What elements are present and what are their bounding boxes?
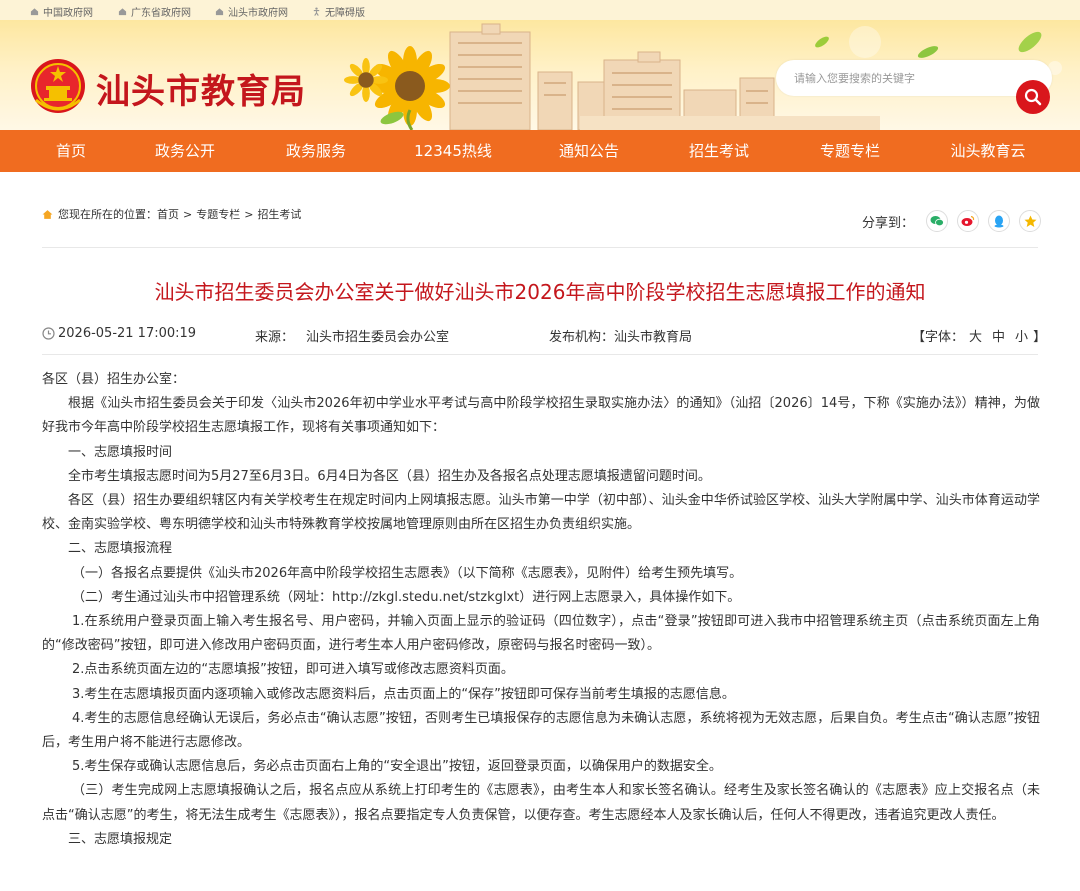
- home-icon: [215, 8, 224, 16]
- top-link-accessibility[interactable]: 无障碍版: [312, 4, 365, 19]
- breadcrumb-item-special-topics[interactable]: 专题专栏: [196, 206, 240, 222]
- top-link-label: 中国政府网: [43, 8, 93, 19]
- article-paragraph: 3.考生在志愿填报页面内逐项输入或修改志愿资料后，点击页面上的“保存”按钮即可保…: [72, 686, 735, 702]
- top-link-label: 无障碍版: [325, 8, 365, 19]
- breadcrumb-separator: >: [183, 207, 193, 221]
- article-date: 2026-05-21 17:00:19: [42, 326, 196, 341]
- share-qzone-button[interactable]: [1019, 210, 1042, 232]
- article-source-label: 来源：: [255, 330, 295, 345]
- font-size-controls: 【字体： 大 中 小 】: [912, 326, 1046, 345]
- search-box: [776, 60, 1052, 96]
- breadcrumb-item-home[interactable]: 首页: [157, 206, 179, 222]
- article-paragraph: （二）考生通过汕头市中招管理系统（网址：http://zkgl.stedu.ne…: [72, 589, 741, 605]
- article-section-heading: 一、志愿填报时间: [68, 444, 173, 460]
- article-paragraph: 全市考生填报志愿时间为5月27至6月3日。6月4日为各区（县）招生办及各报名点处…: [68, 468, 711, 484]
- divider: [42, 247, 1038, 248]
- breadcrumb-separator: >: [244, 207, 254, 221]
- font-size-large-button[interactable]: 大: [969, 326, 982, 345]
- font-size-bracket: 】: [1033, 330, 1047, 345]
- wechat-icon: [930, 216, 944, 227]
- divider: [42, 354, 1038, 355]
- article-publisher-value: 汕头市教育局: [614, 330, 693, 345]
- article-section-heading: 三、志愿填报规定: [68, 831, 173, 847]
- nav-item-education-cloud[interactable]: 汕头教育云: [950, 130, 1025, 172]
- breadcrumb-prefix: 您现在所在的位置：: [58, 208, 157, 221]
- article-paragraph: 5.考生保存或确认志愿信息后，务必点击页面右上角的“安全退出”按钮，返回登录页面…: [72, 759, 722, 775]
- national-emblem-icon: [31, 59, 85, 113]
- share-wechat-button[interactable]: [926, 210, 949, 232]
- article-title: 汕头市招生委员会办公室关于做好汕头市2026年高中阶段学校招生志愿填报工作的通知: [154, 280, 926, 304]
- article-section-heading: 二、志愿填报流程: [68, 541, 173, 557]
- article-source-value: 汕头市招生委员会办公室: [306, 330, 450, 345]
- nav-item-admissions[interactable]: 招生考试: [689, 130, 749, 172]
- nav-item-hotline[interactable]: 12345热线: [414, 130, 492, 172]
- nav-item-announcements[interactable]: 通知公告: [559, 130, 619, 172]
- main-nav: 首页 政务公开 政务服务 12345热线 通知公告 招生考试 专题专栏 汕头教育…: [0, 130, 1080, 172]
- breadcrumb-item-admissions[interactable]: 招生考试: [257, 206, 301, 222]
- top-link-gov-cn[interactable]: 中国政府网: [30, 4, 93, 19]
- search-button[interactable]: [1016, 80, 1050, 114]
- nav-item-home[interactable]: 首页: [56, 130, 86, 172]
- nav-item-government-affairs[interactable]: 政务公开: [155, 130, 215, 172]
- share-qq-button[interactable]: [988, 210, 1011, 232]
- breadcrumb: 您现在所在的位置： 首页 > 专题专栏 > 招生考试: [42, 206, 301, 222]
- accessibility-icon: [313, 7, 320, 16]
- font-size-medium-button[interactable]: 中: [992, 326, 1005, 345]
- top-links-bar: 中国政府网 广东省政府网 汕头市政府网 无障碍版: [0, 0, 1080, 20]
- article-publisher-label: 发布机构：: [549, 330, 615, 345]
- home-icon: [30, 8, 39, 16]
- nav-item-government-services[interactable]: 政务服务: [286, 130, 346, 172]
- top-link-label: 广东省政府网: [131, 8, 191, 19]
- home-icon: [42, 209, 53, 219]
- article-date-value: 2026-05-21 17:00:19: [58, 326, 197, 341]
- top-link-guangdong[interactable]: 广东省政府网: [118, 4, 191, 19]
- font-size-label: 【字体：: [912, 330, 965, 345]
- article-paragraph: 2.点击系统页面左边的“志愿填报”按钮，即可进入填写或修改志愿资料页面。: [72, 662, 514, 678]
- top-link-label: 汕头市政府网: [228, 8, 288, 19]
- article-publisher: 发布机构： 汕头市教育局: [549, 326, 692, 345]
- share-weibo-button[interactable]: [957, 210, 980, 232]
- article-salutation: 各区（县）招生办公室：: [42, 372, 186, 387]
- article-paragraph: 根据《汕头市招生委员会关于印发〈汕头市2026年初中学业水平考试与高中阶段学校招…: [42, 396, 1040, 436]
- share-label: 分享到：: [862, 215, 915, 231]
- article-paragraph: 各区（县）招生办要组织辖区内有关学校考生在规定时间内上网填报志愿。汕头市第一中学…: [42, 493, 1040, 533]
- clock-icon: [42, 327, 55, 340]
- qzone-icon: [1024, 215, 1037, 227]
- article-paragraph: 1.在系统用户登录页面上输入考生报名号、用户密码，并输入页面上显示的验证码（四位…: [42, 614, 1040, 654]
- article-body: 各区（县）招生办公室： 根据《汕头市招生委员会关于印发〈汕头市2026年初中学业…: [42, 368, 1040, 852]
- search-input[interactable]: [794, 69, 994, 87]
- font-size-small-button[interactable]: 小: [1015, 326, 1028, 345]
- qq-icon: [994, 215, 1004, 227]
- article-paragraph: （一）各报名点要提供《汕头市2026年高中阶段学校招生志愿表》（以下简称《志愿表…: [72, 565, 743, 581]
- search-icon: [1024, 88, 1042, 106]
- weibo-icon: [961, 215, 975, 226]
- site-title: 汕头市教育局: [96, 72, 306, 112]
- article-paragraph: （三）考生完成网上志愿填报确认之后，报名点应从系统上打印考生的《志愿表》，由考生…: [42, 783, 1040, 823]
- article-source: 来源： 汕头市招生委员会办公室: [255, 326, 449, 345]
- nav-item-special-topics[interactable]: 专题专栏: [820, 130, 880, 172]
- top-link-shantou[interactable]: 汕头市政府网: [215, 4, 288, 19]
- home-icon: [118, 8, 127, 16]
- article-paragraph: 4.考生的志愿信息经确认无误后，务必点击“确认志愿”按钮，否则考生已填报保存的志…: [42, 710, 1040, 751]
- share-bar: 分享到：: [862, 210, 1042, 232]
